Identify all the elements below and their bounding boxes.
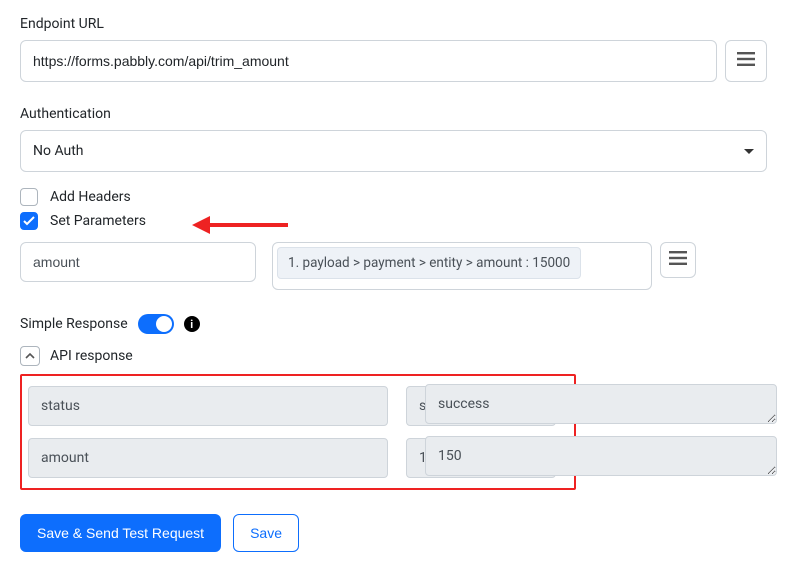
simple-response-toggle[interactable] [138,314,174,334]
set-parameters-checkbox[interactable] [20,212,38,230]
chevron-up-icon [25,348,35,364]
endpoint-url-input[interactable] [20,40,717,82]
api-response-label: API response [50,348,133,364]
save-send-button[interactable]: Save & Send Test Request [20,514,221,552]
param-map-button[interactable] [660,242,696,278]
response-key: status [28,386,388,426]
auth-select[interactable]: No Auth [20,130,767,172]
response-key: amount [28,438,388,478]
param-value-input[interactable]: 1. payload > payment > entity > amount :… [272,242,652,290]
param-key-input[interactable] [20,242,256,282]
info-icon[interactable]: i [184,316,200,332]
caret-down-icon [744,149,754,154]
add-headers-checkbox[interactable] [20,188,38,206]
param-value-tag[interactable]: 1. payload > payment > entity > amount :… [277,247,581,279]
response-value[interactable]: success [425,384,777,424]
auth-select-value: No Auth [33,143,84,159]
endpoint-url-label: Endpoint URL [20,16,767,32]
save-button[interactable]: Save [233,514,299,552]
hamburger-icon [669,251,687,269]
hamburger-icon [737,52,755,70]
response-value[interactable]: 150 [425,436,777,476]
endpoint-map-button[interactable] [725,40,767,82]
toggle-knob [156,316,172,332]
add-headers-label: Add Headers [50,189,131,205]
auth-label: Authentication [20,106,767,122]
simple-response-label: Simple Response [20,316,128,332]
api-response-collapse-button[interactable] [20,346,40,366]
set-parameters-label: Set Parameters [50,213,146,229]
annotation-arrow [188,214,298,234]
